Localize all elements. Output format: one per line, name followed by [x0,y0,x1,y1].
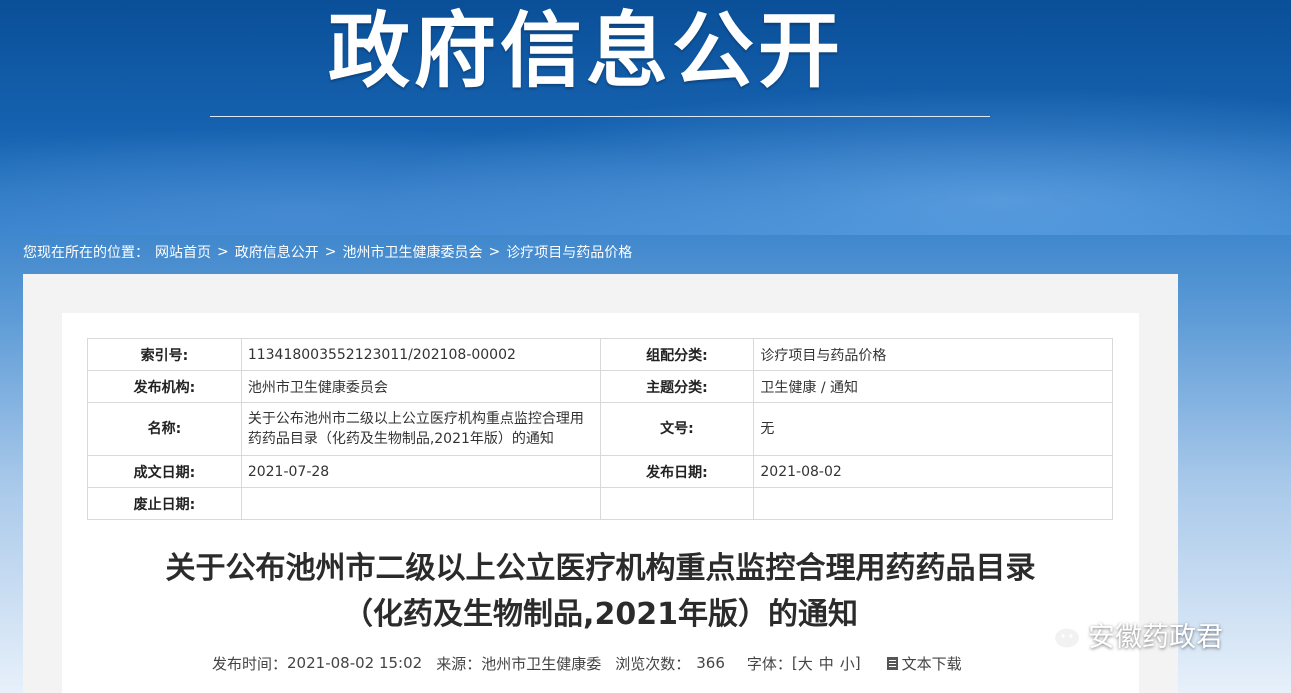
breadcrumb-separator: > [324,244,337,260]
created-date-label: 成文日期: [87,455,242,488]
table-row: 发布机构: 池州市卫生健康委员会 主题分类: 卫生健康 / 通知 [87,370,1113,403]
breadcrumb-prefix: 您现在所在的位置： [23,245,149,261]
source-value: 池州市卫生健康委 [481,654,602,673]
expired-date-label: 废止日期: [87,487,242,520]
source-label: 来源： [436,654,482,673]
name-label: 名称: [87,402,242,456]
empty-cell [753,487,1113,520]
topic-label: 主题分类: [599,370,755,403]
docno-label: 文号: [599,402,755,456]
publisher-value: 池州市卫生健康委员会 [240,370,601,403]
published-date-value: 2021-08-02 [753,455,1113,488]
font-size-large-button[interactable]: 大 [798,653,813,674]
wechat-icon [1034,616,1082,654]
publisher-label: 发布机构: [87,370,242,403]
expired-date-value [240,487,601,520]
breadcrumb-item-home[interactable]: 网站首页 [155,242,211,262]
font-size-bracket-close: ] [854,654,861,672]
index-value: 11341800355212301​1/202108-00002 [240,338,601,371]
publish-time-label: 发布时间： [212,654,288,673]
watermark: 安徽药政君 [1032,612,1223,656]
docno-value: 无 [753,402,1113,456]
article-title-line1: 关于公布池州市二级以上公立医疗机构重点监控合理用药药品目录 [165,551,1036,586]
font-size-medium-button[interactable]: 中 [819,653,834,674]
text-download-label: 文本下载 [901,654,962,673]
category-label: 组配分类: [599,338,755,371]
empty-cell [599,487,755,520]
created-date-value: 2021-07-28 [240,455,601,488]
text-download-button[interactable]: 文本下载 [886,653,962,674]
index-label: 索引号: [87,338,242,371]
banner-divider [210,116,990,117]
breadcrumb-item-health-commission[interactable]: 池州市卫生健康委员会 [342,242,482,262]
category-value: 诊疗项目与药品价格 [753,338,1113,371]
banner-title: 政府信息公开 [328,4,845,99]
published-date-label: 发布日期: [599,455,755,488]
name-value: 关于公布池州市二级以上公立医疗机构重点监控合理用药药品目录（化药及生物制品,20… [240,402,601,456]
table-row: 废止日期: [87,487,1113,520]
topic-value: 卫生健康 / 通知 [753,370,1113,403]
breadcrumb-item-gov-info[interactable]: 政府信息公开 [235,242,319,262]
header-banner: 政府信息公开 [0,0,1291,235]
table-row: 索引号: 11341800355212301​1/202108-00002 组配… [87,338,1113,371]
font-size-small-button[interactable]: 小 [840,653,855,674]
metadata-table: 索引号: 11341800355212301​1/202108-00002 组配… [87,338,1113,520]
breadcrumb-item-category[interactable]: 诊疗项目与药品价格 [506,242,632,262]
table-row: 名称: 关于公布池州市二级以上公立医疗机构重点监控合理用药药品目录（化药及生物制… [87,402,1113,456]
font-size-label: 字体： [746,654,792,673]
views-label: 浏览次数： [615,654,691,673]
breadcrumb: 您现在所在的位置： 网站首页 > 政府信息公开 > 池州市卫生健康委员会 > 诊… [23,241,638,263]
watermark-text: 安徽药政君 [1088,621,1223,653]
table-row: 成文日期: 2021-07-28 发布日期: 2021-08-02 [87,455,1113,488]
article-title-line2: （化药及生物制品,2021年版）的通知 [343,597,858,632]
article-info-bar: 发布时间： 2021-08-02 15:02 来源： 池州市卫生健康委 浏览次数… [212,652,962,674]
document-icon [886,656,898,670]
breadcrumb-separator: > [217,244,229,260]
publish-time-value: 2021-08-02 15:02 [287,654,423,672]
article-title: 关于公布池州市二级以上公立医疗机构重点监控合理用药药品目录 （化药及生物制品,2… [62,546,1139,638]
breadcrumb-separator: > [488,244,501,260]
views-value: 366 [696,654,725,672]
